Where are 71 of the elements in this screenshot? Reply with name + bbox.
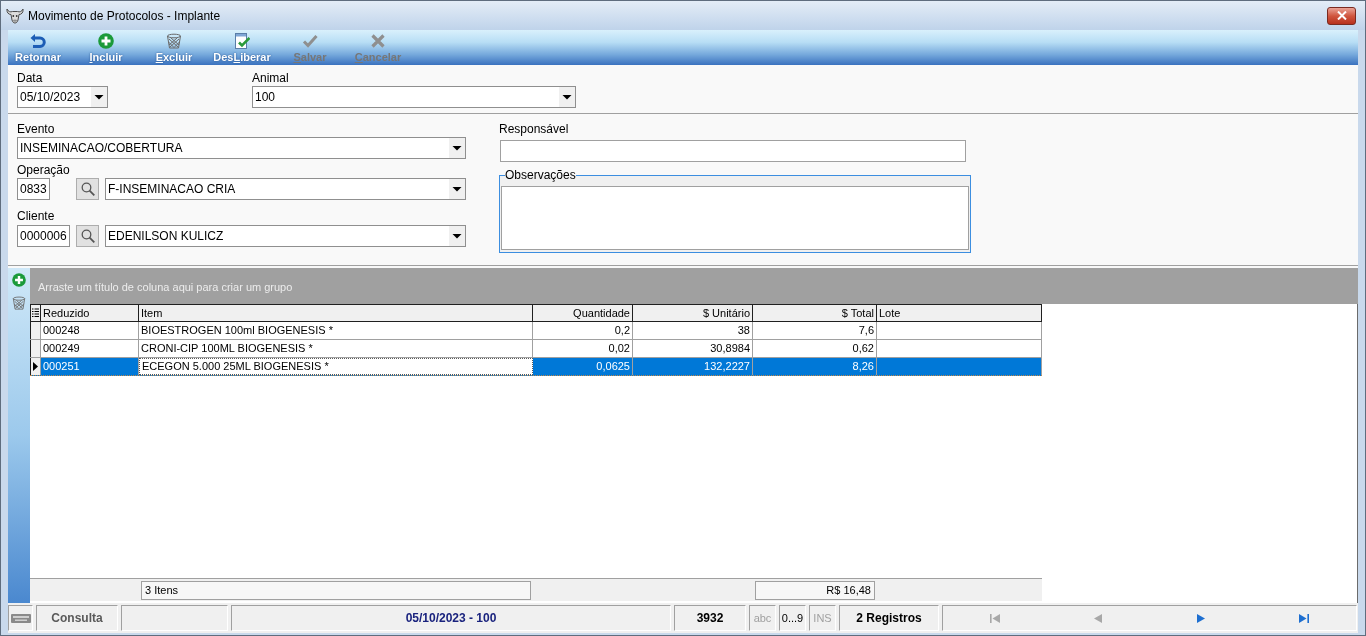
status-code: 3932 bbox=[674, 605, 746, 631]
row-indicator[interactable] bbox=[30, 340, 41, 357]
row-indicator[interactable] bbox=[30, 358, 41, 375]
table-cell: 38 bbox=[633, 322, 753, 339]
table-cell: 7,6 bbox=[753, 322, 877, 339]
table-cell: BIOESTROGEN 100ml BIOGENESIS * bbox=[139, 322, 533, 339]
search-icon bbox=[80, 229, 95, 243]
table-cell: 0,02 bbox=[533, 340, 633, 357]
trash-icon bbox=[166, 33, 182, 49]
table-cell: 8,26 bbox=[753, 358, 877, 375]
column-header[interactable]: $ Unitário bbox=[633, 305, 753, 321]
column-header[interactable]: Quantidade bbox=[533, 305, 633, 321]
column-header[interactable]: Item bbox=[139, 305, 533, 321]
table-cell: 0,62 bbox=[753, 340, 877, 357]
status-indicator: 0...9 bbox=[779, 605, 806, 631]
table-cell: 000248 bbox=[41, 322, 139, 339]
search-button[interactable] bbox=[76, 225, 99, 247]
table-row[interactable]: 000249 CRONI-CIP 100ML BIOGENESIS * 0,02 30,8984 0,62 bbox=[30, 340, 1042, 358]
close-button[interactable] bbox=[1327, 6, 1356, 25]
list-icon bbox=[32, 308, 39, 318]
table-cell: ECEGON 5.000 25ML BIOGENESIS * bbox=[139, 358, 533, 375]
field-label: Cliente bbox=[17, 209, 55, 224]
date-dropdown[interactable]: 05/10/2023 bbox=[17, 86, 108, 108]
notes-field[interactable] bbox=[501, 186, 969, 250]
group-by-hint: Arraste um título de coluna aqui para criar um grupo bbox=[38, 281, 293, 293]
table-row[interactable]: 000248 BIOESTROGEN 100ml BIOGENESIS * 0,2 38 7,6 bbox=[30, 322, 1042, 340]
field-label: Operação bbox=[17, 163, 70, 178]
column-chooser-button[interactable] bbox=[30, 305, 41, 321]
summary-cell: 3 Itens bbox=[141, 580, 531, 600]
status-indicator: INS bbox=[809, 605, 836, 631]
window-title: Movimento de Protocolos - Implante bbox=[28, 8, 222, 23]
column-header[interactable]: Reduzido bbox=[41, 305, 139, 321]
bull-head-icon bbox=[6, 6, 24, 25]
summary-cell: R$ 16,48 bbox=[755, 580, 875, 600]
client-dropdown[interactable]: EDENILSON KULICZ bbox=[105, 225, 466, 247]
status-record: 05/10/2023 - 100 bbox=[231, 605, 671, 631]
table-cell: 000249 bbox=[41, 340, 139, 357]
status-mode: Consulta bbox=[36, 605, 118, 631]
field-label: Responsável bbox=[499, 122, 569, 137]
search-button[interactable] bbox=[76, 178, 99, 200]
table-cell: CRONI-CIP 100ML BIOGENESIS * bbox=[139, 340, 533, 357]
field-label: Animal bbox=[252, 71, 289, 86]
table-cell: 0,2 bbox=[533, 322, 633, 339]
return-arrow-icon bbox=[30, 33, 46, 49]
table-cell: 132,2227 bbox=[633, 358, 753, 375]
column-header[interactable]: Lote bbox=[877, 305, 1042, 321]
operation-dropdown[interactable]: F-INSEMINACAO CRIA bbox=[105, 178, 466, 200]
field-label: Data bbox=[17, 71, 43, 86]
responsible-field[interactable] bbox=[500, 140, 966, 162]
table-cell: 30,8984 bbox=[633, 340, 753, 357]
plus-circle-icon bbox=[98, 33, 114, 49]
check-icon bbox=[302, 33, 318, 49]
code-field[interactable]: 0833 bbox=[17, 178, 50, 200]
animal-dropdown[interactable]: 100 bbox=[252, 86, 576, 108]
record-count: 2 Registros bbox=[839, 605, 939, 631]
row-indicator[interactable] bbox=[30, 322, 41, 339]
code-field[interactable]: 0000006 bbox=[17, 225, 70, 247]
plus-circle-icon[interactable] bbox=[12, 273, 26, 287]
table-row[interactable]: 000251 ECEGON 5.000 25ML BIOGENESIS * 0,0625 132,2227 8,26 bbox=[30, 358, 1042, 376]
search-icon bbox=[80, 182, 95, 196]
close-icon bbox=[1336, 11, 1347, 20]
field-label: Evento bbox=[17, 122, 55, 137]
keyboard-icon bbox=[10, 613, 31, 623]
group-label: Observações bbox=[505, 168, 576, 182]
column-header[interactable]: $ Total bbox=[753, 305, 877, 321]
x-icon bbox=[370, 33, 386, 49]
status-indicator: abc bbox=[749, 605, 776, 631]
document-check-icon bbox=[234, 33, 250, 49]
event-dropdown[interactable]: INSEMINACAO/COBERTURA bbox=[17, 137, 466, 159]
table-cell: 0,0625 bbox=[533, 358, 633, 375]
row-pointer-icon bbox=[33, 362, 38, 371]
